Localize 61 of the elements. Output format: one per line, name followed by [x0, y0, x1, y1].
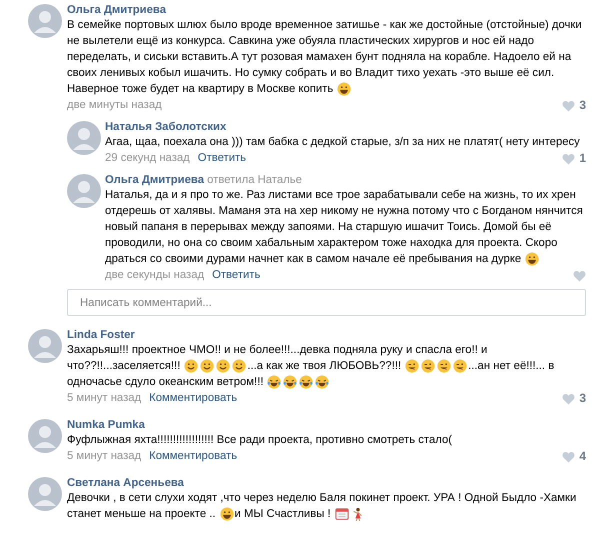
like-count: 1 [579, 151, 586, 166]
reply-link[interactable]: Комментировать [149, 449, 238, 464]
comment-text: драться со своими дурами начнет как в самом начале её пребывания на дурке [105, 252, 522, 267]
avatar[interactable] [28, 329, 62, 363]
winking-face-icon [405, 359, 420, 373]
author-name[interactable]: Наталья Заболотских [105, 121, 226, 133]
like-count: 3 [579, 98, 586, 113]
winking-face-icon [421, 359, 436, 373]
heart-icon[interactable] [562, 100, 576, 112]
laughing-face-icon [267, 375, 282, 389]
laughing-face-icon [299, 375, 314, 389]
calendar-icon [334, 507, 349, 521]
avatar[interactable] [67, 121, 101, 155]
heart-icon[interactable] [562, 450, 576, 462]
timestamp: 29 секунд назад [105, 151, 190, 166]
comment-text: ...ан нет её!!!... в [468, 359, 554, 374]
comment-text: Захарьяш!!! проектное ЧМО!! и не более!!!...девка подняла руку и спасла его!! и [67, 343, 488, 358]
winking-face-icon [453, 359, 468, 373]
comment-text: В семейке портовых шлюх было вроде временное затишье - как же достойные (отстойные) дочки не вылетели ещё из конкурса. Савкина уже обуяла пластических хирургов и нос ей надо переделать, и сиськи вставить.А тут розовая мамахен бунт подняла на корабле. Надоело ей на своих ленивых кобыл ишачить. Но сумку собрать и во Владит тихо уехать -это выше её сил. [67, 18, 583, 81]
avatar[interactable] [67, 174, 101, 208]
smiley-icon [216, 359, 230, 373]
smiley-icon [200, 359, 214, 373]
comment-text: Фуфлыжная яхта!!!!!!!!!!!!!!!!!! Все ради проекта, противно смотреть стало( [67, 433, 452, 448]
comment-input[interactable]: Написать комментарий... [67, 289, 586, 316]
avatar[interactable] [28, 419, 62, 453]
timestamp: 5 минут назад [67, 449, 142, 464]
author-name[interactable]: Ольга Дмитриева [105, 174, 204, 186]
author-name[interactable]: Numka Pumka [67, 419, 145, 431]
comment-text: станет меньше на проекте .. [67, 507, 216, 522]
comment-text: и МЫ Счастливы ! [234, 507, 331, 522]
reply-to-label: ответила Наталье [207, 174, 302, 186]
like-count: 4 [579, 449, 586, 464]
smiley-icon [220, 507, 234, 521]
comment-text: ...а как же твоя ЛЮБОВЬ??!!! [247, 359, 402, 374]
heart-icon[interactable] [573, 270, 586, 282]
timestamp: 5 минут назад [67, 391, 142, 406]
comment-text: что??!!...заселяется!!! [67, 359, 180, 374]
reply-link[interactable]: Комментировать [149, 391, 238, 406]
laughing-face-icon [315, 375, 330, 389]
author-name[interactable]: Светлана Арсеньева [67, 477, 184, 489]
smiley-icon [337, 82, 352, 96]
smiley-icon [184, 359, 198, 373]
avatar[interactable] [28, 4, 62, 38]
smiley-icon [232, 359, 246, 373]
author-name[interactable]: Ольга Дмитриева [67, 4, 166, 16]
comment-text: Агаа, щаа, поехала она ))) там бабка с дедкой старые, з/п за них не платят( нету интересу [105, 135, 580, 150]
like-count: 3 [579, 391, 586, 406]
winking-face-icon [437, 359, 452, 373]
avatar[interactable] [28, 477, 62, 511]
comment-text: Наверное тоже будет на квартиру в Москве копить [67, 82, 334, 97]
timestamp: две секунды назад [105, 268, 204, 283]
author-name[interactable]: Linda Foster [67, 329, 135, 341]
smiley-icon [525, 252, 540, 266]
heart-icon[interactable] [562, 152, 576, 164]
heart-icon[interactable] [562, 392, 576, 404]
comment-text: Девочки , в сети слухи ходят ,что через неделю Баля покинет проект. УРА ! Одной Быдло -Хамки [67, 491, 576, 506]
comment-text: одночасье сдуло океанским ветром!!! [67, 375, 264, 390]
laughing-face-icon [283, 375, 298, 389]
timestamp: две минуты назад [67, 98, 162, 113]
reply-link[interactable]: Ответить [198, 151, 246, 166]
reply-link[interactable]: Ответить [212, 268, 260, 283]
